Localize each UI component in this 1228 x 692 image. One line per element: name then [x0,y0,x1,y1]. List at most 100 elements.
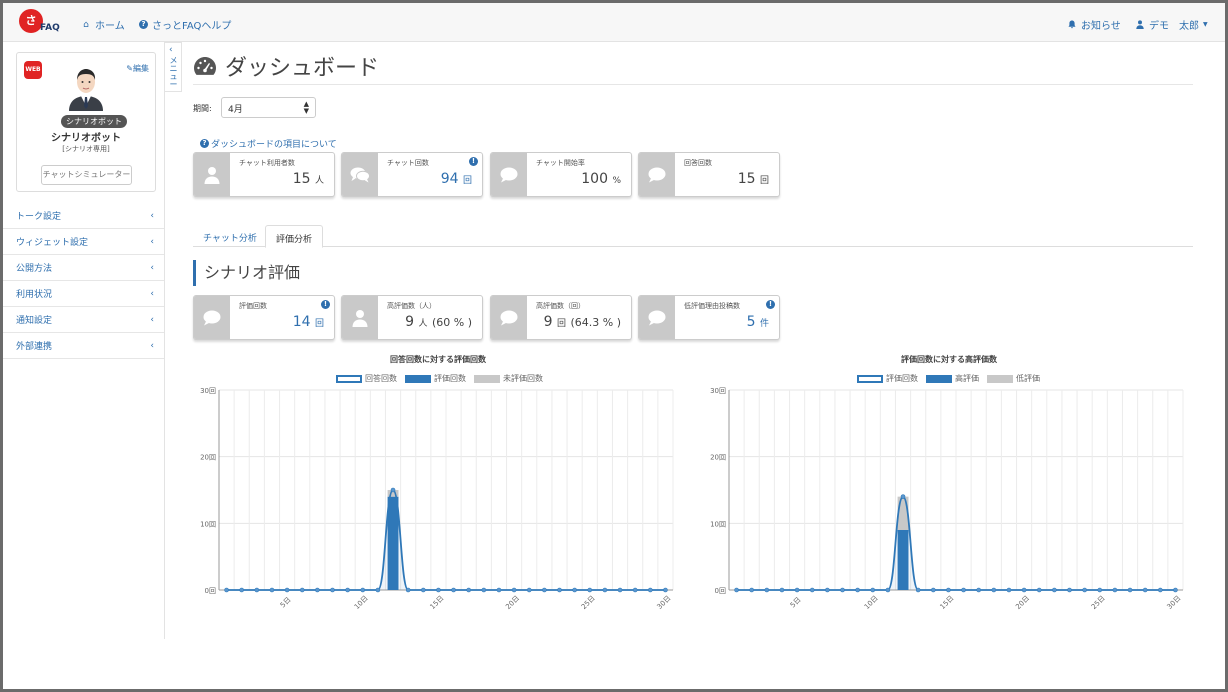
sidebar-item-publish[interactable]: 公開方法 ‹ [3,255,164,281]
data-point [451,587,456,593]
stat-label: チャット回数 [387,159,429,167]
data-point [390,487,396,493]
stat-number: 9 [543,314,553,330]
data-point [764,587,770,593]
data-point [496,587,502,593]
data-point [840,587,845,593]
sort-caret-icon: ▲ ▼ [303,100,309,115]
user-name: デモ 太郎 [1149,21,1199,32]
x-tick-label: 15日 [939,594,956,611]
data-point [542,587,547,593]
data-point [779,587,785,593]
comment-icon [639,296,675,339]
menu-toggle[interactable]: ‹ メニュー [165,42,182,92]
stat-value: 15 回 [738,171,769,187]
data-point [1036,587,1042,593]
data-point [466,587,472,593]
data-point [855,587,860,593]
y-tick-label: 30回 [710,387,726,395]
x-tick-label: 10日 [353,594,370,611]
stat-high-eval-people: 高評価数（人） 9 人 (60 % ) [341,295,483,340]
sidebar-item-label: 利用状況 [16,290,53,300]
stat-unit: 人 [418,319,428,329]
data-point [1142,587,1148,593]
bot-name: シナリオボット [51,133,121,144]
page-title: ダッシュボード [193,50,379,82]
x-tick-label: 15日 [429,594,446,611]
stat-value: 94 回 [441,171,472,187]
stat-label: 高評価数（回） [536,302,585,310]
title-divider [193,84,1193,85]
data-point [481,587,487,593]
stat-chat-count: チャット回数 ! 94 回 [341,152,483,197]
chevron-left-icon: ‹ [150,288,154,299]
question-circle-icon: ? [139,20,148,29]
y-tick-label: 30回 [200,387,216,395]
top-navbar: さ FAQ ⌂ ホーム ? さっとFAQヘルプ お知らせ デモ 太郎 ▼ [3,3,1225,42]
sidebar-item-usage[interactable]: 利用状況 ‹ [3,281,164,307]
sidebar-item-integration[interactable]: 外部連携 ‹ [3,333,164,359]
tab-chat-analysis[interactable]: チャット分析 [193,225,267,247]
dashboard-help-link[interactable]: ? ダッシュボードの項目について [200,137,337,150]
data-point [647,587,653,593]
stat-value: 100 % [581,171,621,187]
x-tick-label: 30日 [656,594,673,611]
dashboard-icon [194,57,216,75]
info-icon[interactable]: ! [321,300,330,309]
nav-notice[interactable]: お知らせ [1067,17,1121,32]
data-point [991,587,997,593]
bot-avatar [67,67,105,111]
chart-answer-vs-eval: 0回 10回 20回 30回 5日 10日 15日 20日 25日 30日 [200,387,674,611]
chevron-left-icon: ‹ [150,210,154,221]
stat-number: 100 [581,171,608,187]
comment-icon [491,296,527,339]
pencil-icon: ✎ [126,64,133,73]
bot-subtitle: [シナリオ専用] [62,145,110,153]
period-select[interactable]: 4月 ▲ ▼ [221,97,316,118]
data-point [825,587,830,593]
x-tick-label: 25日 [580,594,597,611]
info-icon[interactable]: ! [469,157,478,166]
sidebar-item-label: ウィジェット設定 [16,238,89,248]
edit-profile-label: 編集 [133,64,149,73]
sidebar-menu: トーク設定 ‹ ウィジェット設定 ‹ 公開方法 ‹ 利用状況 ‹ 通知設定 ‹ 外部連携 ‹ [3,203,164,359]
dashboard-help-label: ダッシュボードの項目について [211,140,337,150]
stat-extra: (64.3 % ) [570,316,621,329]
data-point [885,587,891,593]
stat-low-eval-reasons: 低評価理由投稿数 ! 5 件 [638,295,780,340]
chat-simulator-button[interactable]: チャットシミュレーター [41,165,132,185]
data-point [587,587,593,593]
data-point [1112,587,1118,593]
data-point [557,587,562,593]
sidebar-item-widget-settings[interactable]: ウィジェット設定 ‹ [3,229,164,255]
info-icon[interactable]: ! [766,300,775,309]
x-tick-label: 5日 [789,596,803,610]
data-point [632,587,638,593]
sidebar-item-talk-settings[interactable]: トーク設定 ‹ [3,203,164,229]
data-point [1052,587,1057,593]
data-point [602,587,608,593]
stat-unit: 回 [462,176,472,186]
app-logo[interactable]: さ FAQ [19,9,65,37]
user-menu[interactable]: デモ 太郎 ▼ [1135,17,1208,32]
data-point [794,587,800,593]
x-tick-label: 10日 [863,594,880,611]
nav-home[interactable]: ⌂ ホーム [81,17,125,33]
sidebar-item-label: 通知設定 [16,316,53,326]
stat-number: 9 [405,314,415,330]
comment-icon [491,153,527,196]
x-tick-label: 30日 [1166,594,1183,611]
stat-value: 9 回 (64.3 % ) [544,314,621,330]
user-icon [342,296,378,339]
stat-chat-users: チャット利用者数 15 人 [193,152,335,197]
nav-help[interactable]: ? さっとFAQヘルプ [139,17,231,32]
stat-number: 5 [746,314,756,330]
edit-profile-link[interactable]: ✎編集 [126,63,149,74]
stat-label: チャット開始率 [536,159,585,167]
tab-eval-analysis[interactable]: 評価分析 [265,225,324,248]
data-point [284,587,290,593]
web-badge: WEB [24,61,42,79]
sidebar-item-notification[interactable]: 通知設定 ‹ [3,307,164,333]
nav-help-label: さっとFAQヘルプ [152,21,232,32]
stat-unit: 回 [759,176,769,186]
